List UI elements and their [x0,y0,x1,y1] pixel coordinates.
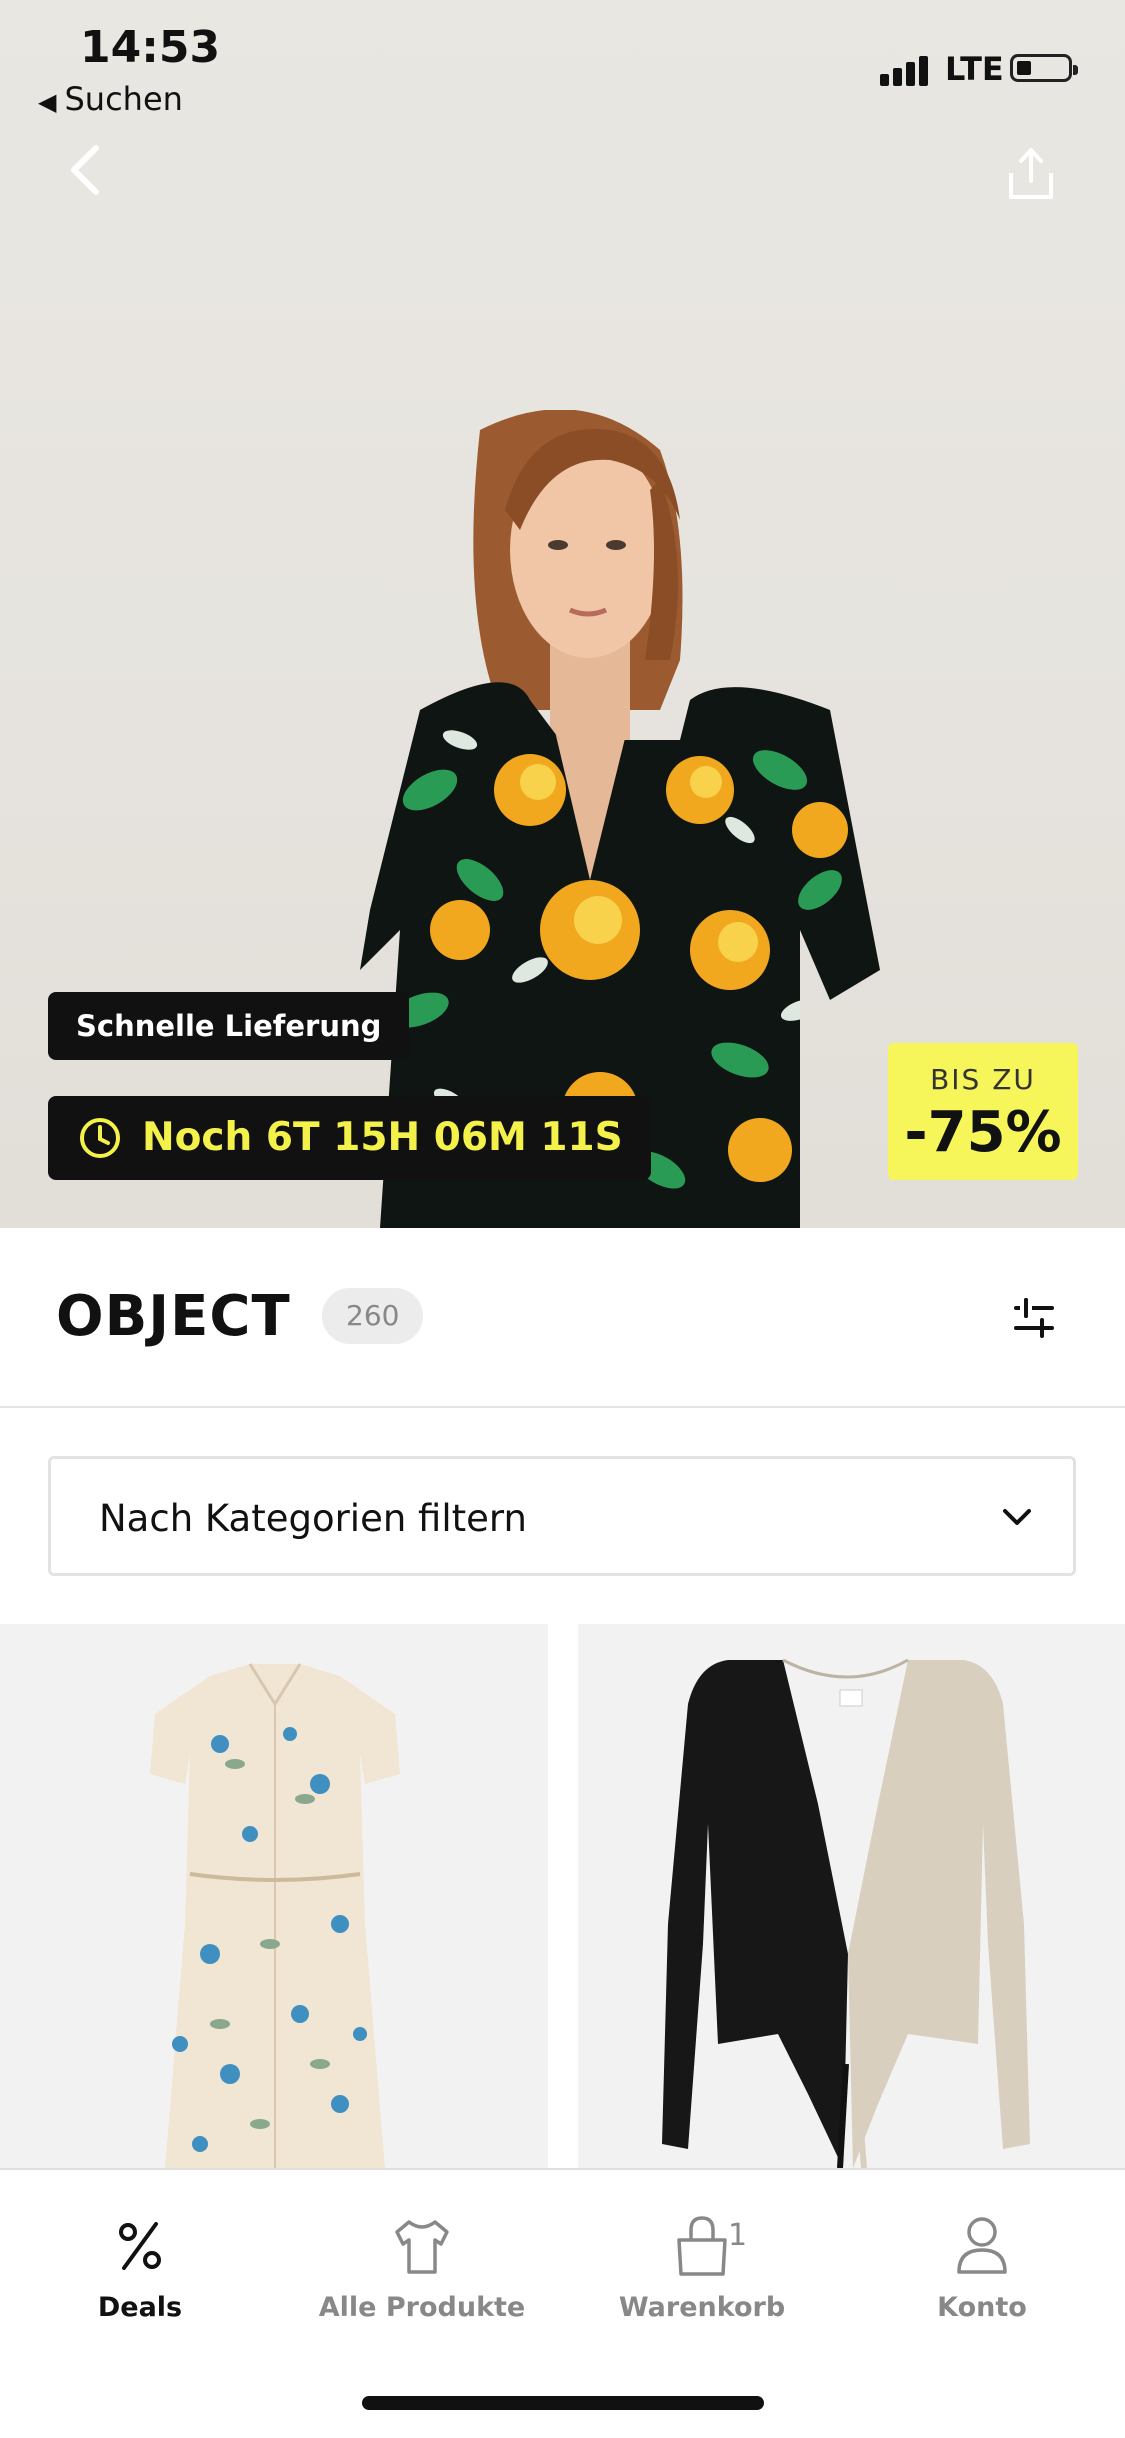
countdown-text: Noch 6T 15H 06M 11S [142,1115,623,1160]
floral-shirt-dress-image [150,1663,400,2168]
percent-icon [119,2222,161,2270]
discount-prefix: BIS ZU [930,1063,1036,1096]
product-card[interactable] [578,1624,1125,2168]
battery-icon [1010,54,1078,82]
status-time: 14:53 [80,22,221,73]
back-triangle-icon: ◀ [38,88,57,116]
person-icon [957,2217,1007,2274]
tab-account[interactable]: Konto [862,2210,1102,2323]
hero-banner: 14:53 ◀ Suchen LTE Schnelle Lieferung No… [0,0,1125,1228]
network-label: LTE [945,50,1004,88]
category-filter-label: Nach Kategorien filtern [99,1497,527,1540]
tab-deals-label: Deals [97,2292,183,2323]
clock-icon [80,1118,120,1158]
brand-title: OBJECT [56,1284,291,1349]
tab-cart-label: Warenkorb [618,2292,786,2323]
two-tone-cardigan-image [662,1658,1030,2168]
countdown-timer: Noch 6T 15H 06M 11S [48,1096,651,1180]
discount-value: -75% [904,1100,1062,1165]
back-to-app-link[interactable]: ◀ Suchen [38,80,183,118]
home-indicator [362,2396,764,2410]
chevron-left-icon[interactable] [60,140,110,200]
tab-cart[interactable]: 1 Warenkorb [582,2210,822,2323]
chevron-down-icon [1003,1509,1031,1525]
status-bar: 14:53 ◀ Suchen LTE [0,0,1125,120]
tab-all-products-label: Alle Produkte [318,2292,526,2323]
shirt-icon [395,2220,449,2274]
tab-all-products[interactable]: Alle Produkte [302,2210,542,2323]
product-card[interactable] [0,1624,548,2168]
share-icon[interactable] [1005,145,1057,201]
product-count-badge: 260 [322,1288,424,1344]
bag-icon [677,2216,727,2276]
sliders-icon[interactable] [1010,1294,1058,1342]
back-app-label: Suchen [64,80,183,118]
discount-badge: BIS ZU -75% [888,1043,1078,1180]
category-filter-select[interactable]: Nach Kategorien filtern [48,1456,1076,1576]
tab-account-label: Konto [937,2292,1027,2323]
product-grid [0,1624,1125,2168]
cart-count: 1 [728,2218,748,2253]
brand-header: OBJECT 260 [0,1228,1125,1408]
tab-deals[interactable]: Deals [20,2210,260,2323]
signal-icon [880,54,938,86]
fast-delivery-badge: Schnelle Lieferung [48,992,410,1060]
